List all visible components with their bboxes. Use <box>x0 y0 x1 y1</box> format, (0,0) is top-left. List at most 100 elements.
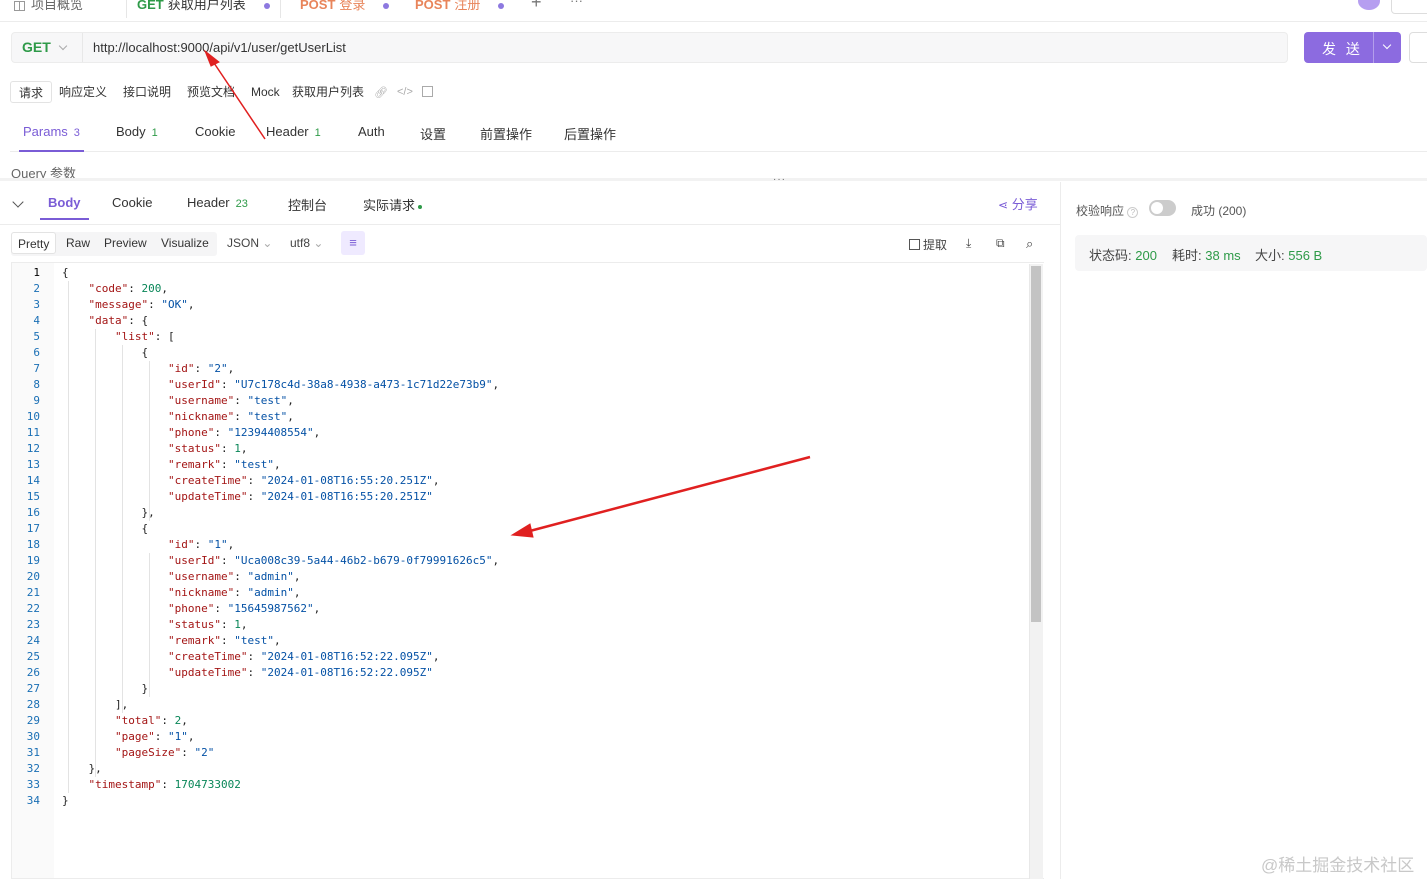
line-number: 21 <box>26 586 40 599</box>
tab-post-login[interactable]: POST 登录 <box>300 0 390 18</box>
line-number: 5 <box>33 330 40 343</box>
line-number: 27 <box>26 682 40 695</box>
line-number: 4 <box>33 314 40 327</box>
code-line: "page": "1", <box>114 730 195 743</box>
tab-post-request[interactable]: 后置操作 <box>564 124 616 152</box>
line-number: 24 <box>26 634 40 647</box>
subtab-api-docs[interactable]: 接口说明 <box>123 81 171 103</box>
line-number: 1 <box>33 266 40 279</box>
line-number: 3 <box>33 298 40 311</box>
line-number: 29 <box>26 714 40 727</box>
tab-post-register[interactable]: POST 注册 <box>415 0 505 18</box>
subtab-response-definition[interactable]: 响应定义 <box>59 81 107 103</box>
tab-header[interactable]: Header 1 <box>266 124 321 152</box>
status-dot-icon <box>418 204 423 209</box>
response-tab-actual-request[interactable]: 实际请求 <box>363 195 423 214</box>
tab-settings[interactable]: 设置 <box>420 124 446 152</box>
line-number: 7 <box>33 362 40 375</box>
line-number: 34 <box>26 794 40 807</box>
tab-get-user-list[interactable]: GET 获取用户列表 <box>126 0 281 18</box>
code-line: } <box>62 794 69 807</box>
line-number: 15 <box>26 490 40 503</box>
line-number: 17 <box>26 522 40 535</box>
request-name[interactable]: 获取用户列表 <box>292 81 364 103</box>
code-line: "createTime": "2024-01-08T16:52:22.095Z"… <box>167 650 440 663</box>
response-tab-body[interactable]: Body <box>40 195 89 220</box>
response-body-editor[interactable]: 1 {2 "code": 200, 3 "message": "OK", 4 "dat… <box>11 262 1044 879</box>
method-select[interactable]: GET <box>22 39 51 55</box>
response-time: 耗时: 38 ms <box>1172 248 1241 263</box>
code-line: } <box>62 682 149 695</box>
format-raw-button[interactable]: Raw <box>66 232 90 254</box>
line-number: 12 <box>26 442 40 455</box>
copy-icon[interactable]: ⧉ <box>996 236 1005 251</box>
subtab-request[interactable]: 请求 <box>10 81 53 103</box>
tab-method: POST <box>300 0 336 12</box>
tab-cookie[interactable]: Cookie <box>195 124 235 152</box>
extract-button[interactable]: 提取 <box>909 236 947 253</box>
drag-handle-icon[interactable]: ··· <box>773 174 786 185</box>
response-result-select[interactable]: 成功 (200) <box>1191 202 1246 219</box>
code-line: "message": "OK", <box>88 298 195 311</box>
search-icon[interactable]: ⌕ <box>1026 236 1033 252</box>
link-icon[interactable]: 🔗︎ <box>374 86 388 99</box>
tab-body[interactable]: Body 1 <box>116 124 158 152</box>
chevron-down-icon[interactable] <box>1382 40 1392 50</box>
share-button[interactable]: ⋖ 分享 <box>998 194 1038 213</box>
response-tab-header[interactable]: Header 23 <box>187 195 248 210</box>
tab-method: GET <box>137 0 164 12</box>
send-button[interactable]: 发 送 <box>1304 32 1401 63</box>
word-wrap-icon[interactable]: ≡ <box>341 231 365 255</box>
subtab-preview-docs[interactable]: 预览文档 <box>187 81 235 103</box>
url-input[interactable]: http://localhost:9000/api/v1/user/getUse… <box>93 40 346 55</box>
editor-scrollbar-thumb[interactable] <box>1031 266 1041 622</box>
pane-splitter[interactable] <box>0 178 1427 181</box>
line-number: 14 <box>26 474 40 487</box>
code-line: "total": 2, <box>114 714 188 727</box>
code-line: "phone": "15645987562", <box>167 602 321 615</box>
watermark: @稀土掘金技术社区 <box>1261 856 1415 875</box>
indent-guide <box>149 361 150 521</box>
chevron-down-icon <box>58 41 68 51</box>
line-number: 26 <box>26 666 40 679</box>
code-icon[interactable]: </> <box>397 86 413 98</box>
validate-response-toggle[interactable] <box>1149 200 1176 216</box>
line-number: 30 <box>26 730 40 743</box>
indent-guide <box>95 329 96 777</box>
tab-params[interactable]: Params 3 <box>19 124 84 152</box>
code-line: "nickname": "test", <box>167 410 294 423</box>
add-tab-button[interactable]: + <box>531 0 542 15</box>
response-tab-console[interactable]: 控制台 <box>288 195 327 214</box>
line-number: 9 <box>33 394 40 407</box>
subtab-mock[interactable]: Mock <box>251 81 280 103</box>
download-icon[interactable]: ⤓ <box>966 236 971 251</box>
response-tab-cookie[interactable]: Cookie <box>112 195 152 210</box>
tab-auth[interactable]: Auth <box>358 124 385 152</box>
help-icon: ? <box>1127 207 1139 218</box>
unsaved-dot-icon <box>263 2 270 9</box>
code-line: }, <box>62 506 155 519</box>
line-number: 16 <box>26 506 40 519</box>
format-pretty-button[interactable]: Pretty <box>11 232 57 254</box>
top-right-button[interactable] <box>1391 0 1427 14</box>
tab-pre-request[interactable]: 前置操作 <box>480 124 532 152</box>
panel-icon[interactable] <box>422 86 433 97</box>
format-preview-button[interactable]: Preview <box>104 232 147 254</box>
encoding-select[interactable]: utf8 ⌄ <box>290 236 323 250</box>
code-line: "createTime": "2024-01-08T16:55:20.251Z"… <box>167 474 440 487</box>
collapse-chevron-icon[interactable] <box>12 196 24 208</box>
more-tabs-button[interactable]: ··· <box>570 0 583 14</box>
code-line: { <box>62 522 149 535</box>
line-number: 8 <box>33 378 40 391</box>
tab-project-overview[interactable]: 项目概览 <box>14 0 83 18</box>
indent-guide <box>68 281 69 793</box>
code-line: "updateTime": "2024-01-08T16:52:22.095Z" <box>167 666 433 679</box>
code-line: "timestamp": 1704733002 <box>88 778 241 791</box>
share-icon: ⋖ <box>998 198 1009 212</box>
code-line: "userId": "U7c178c4d-38a8-4938-a473-1c71… <box>167 378 500 391</box>
format-visualize-button[interactable]: Visualize <box>161 232 209 254</box>
avatar-icon[interactable] <box>1358 0 1380 10</box>
code-line: "status": 1, <box>167 442 248 455</box>
save-button[interactable] <box>1409 32 1427 63</box>
format-json-select[interactable]: JSON ⌄ <box>227 236 272 250</box>
